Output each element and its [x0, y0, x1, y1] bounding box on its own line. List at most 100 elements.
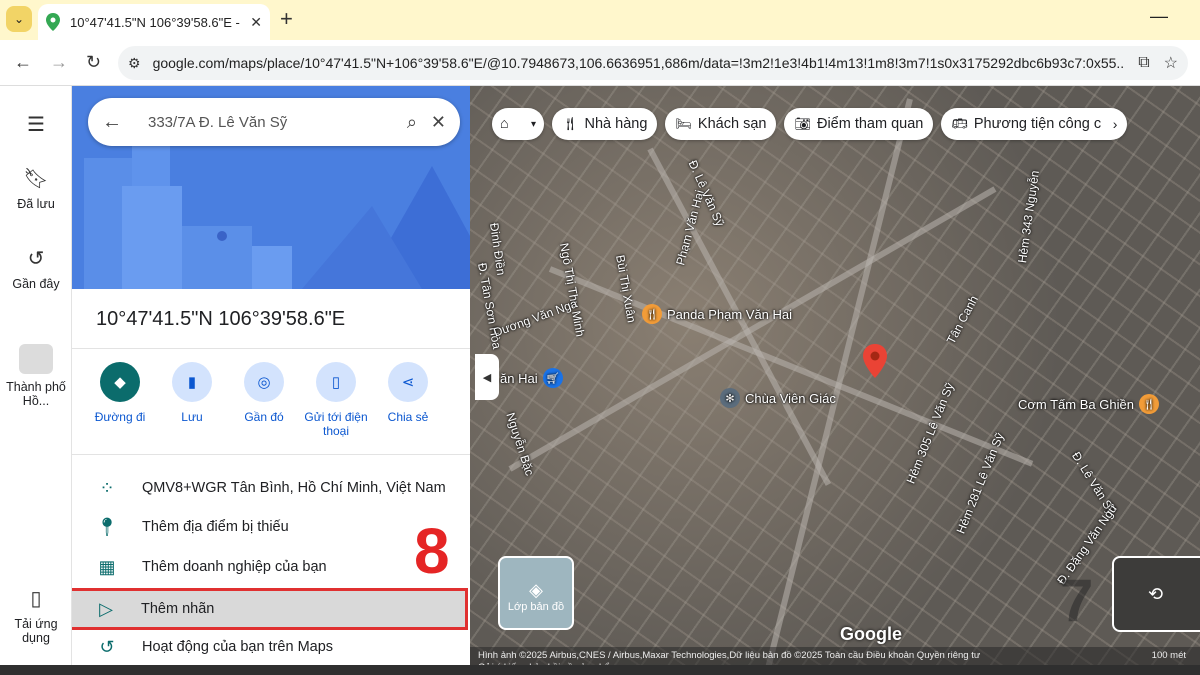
browser-tab-bar: ⌄ 10°47'41.5"N 106°39'58.6"E - G ✕ + — — [0, 0, 1200, 40]
share-button[interactable]: ⋖ Chia sẻ — [372, 362, 444, 438]
place-panel: ← 333/7A Đ. Lê Văn Sỹ ⌕ ✕ 10°47'41.5"N 1… — [72, 86, 470, 675]
tab-search-button[interactable]: ⌄ — [6, 6, 32, 32]
step-annotation-7: 7 — [1060, 567, 1094, 634]
search-icon[interactable]: ⌕ — [407, 112, 417, 133]
chip-attractions[interactable]: 📷︎ Điểm tham quan — [784, 108, 934, 140]
search-input[interactable]: 333/7A Đ. Lê Văn Sỹ — [136, 114, 393, 131]
menu-button[interactable]: ☰ — [0, 112, 72, 143]
chip-label: Phương tiện công c — [973, 116, 1102, 132]
maps-activity-text: Hoạt động của bạn trên Maps — [142, 639, 334, 655]
omnibox[interactable]: ⚙ google.com/maps/place/10°47'41.5"N+106… — [118, 46, 1188, 80]
divider — [72, 454, 470, 455]
forward-icon[interactable]: → — [50, 52, 68, 73]
history-icon: ↺ — [99, 636, 115, 657]
hamburger-icon: ☰ — [27, 114, 45, 136]
collapse-panel-button[interactable]: ◀ — [475, 354, 499, 400]
send-to-phone-button[interactable]: ▯ Gửi tới điện thoại — [300, 362, 372, 438]
recent-place-button[interactable]: Thành phố Hồ... — [0, 344, 72, 408]
nearby-icon: ◎ — [244, 362, 284, 402]
step-annotation-8: 8 — [414, 515, 450, 587]
nearby-label: Gần đó — [244, 410, 284, 424]
tab-title: 10°47'41.5"N 106°39'58.6"E - G — [70, 14, 245, 30]
restaurant-icon: 🍴︎ — [642, 304, 662, 324]
send-to-phone-label: Gửi tới điện thoại — [304, 410, 368, 438]
satellite-map[interactable]: Đ. Tân Sơn Hòa Đinh Điền Ngô Thị Thu Min… — [470, 86, 1200, 675]
directions-button[interactable]: ◆ Đường đi — [84, 362, 156, 438]
chevron-left-icon: ◀ — [482, 371, 492, 384]
plus-code-text: QMV8+WGR Tân Bình, Hồ Chí Minh, Việt Nam — [142, 480, 446, 496]
hero-illustration: ← 333/7A Đ. Lê Văn Sỹ ⌕ ✕ — [72, 86, 470, 289]
action-buttons: ◆ Đường đi ▮ Lưu ◎ Gần đó ▯ Gửi tới điện… — [84, 362, 464, 438]
scale-label: 100 mét — [1151, 650, 1186, 661]
bookmark-icon: 🔖︎ — [23, 168, 49, 190]
browser-tab[interactable]: 10°47'41.5"N 106°39'58.6"E - G ✕ — [38, 4, 270, 40]
site-info-icon[interactable]: ⚙ — [128, 55, 141, 72]
add-label-text: Thêm nhãn — [141, 601, 215, 617]
shopping-icon: 🛒︎ — [542, 368, 563, 388]
saved-button[interactable]: 🔖︎ Đã lưu — [0, 166, 72, 211]
share-label: Chia sẻ — [387, 410, 429, 424]
history-icon: ↺ — [27, 248, 45, 270]
close-tab-icon[interactable]: ✕ — [250, 14, 262, 31]
maps-pin-icon — [46, 13, 60, 31]
attribution-text[interactable]: Hình ảnh ©2025 Airbus,CNES / Airbus,Maxa… — [478, 650, 980, 661]
layers-icon: ⌂ — [500, 116, 509, 132]
directions-icon: ◆ — [100, 362, 140, 402]
minimize-icon[interactable]: — — [1150, 6, 1168, 27]
recent-button[interactable]: ↺ Gần đây — [0, 246, 72, 291]
poi-panda-pham-van-hai[interactable]: 🍴︎ Panda Phạm Văn Hai — [642, 304, 792, 324]
save-label: Lưu — [181, 410, 203, 424]
google-logo: Google — [840, 624, 902, 644]
back-icon[interactable]: ← — [14, 52, 32, 73]
directions-label: Đường đi — [94, 410, 146, 424]
camera-icon: 📷︎ — [794, 116, 811, 131]
location-pin-icon[interactable] — [863, 344, 887, 378]
chip-hotels[interactable]: 🛏︎ Khách sạn — [665, 108, 777, 140]
poi-store[interactable]: 🛒︎ ăn Hai — [500, 368, 563, 388]
install-app-icon[interactable]: ⧉ — [1138, 54, 1149, 72]
divider — [72, 348, 470, 349]
street-view-thumbnail[interactable]: ⟲ — [1112, 556, 1200, 632]
category-chips: ⌂ ▾ 🍴︎ Nhà hàng 🛏︎ Khách sạn 📷︎ Điểm tham qu… — [492, 108, 1135, 140]
layers-button[interactable]: ◈ Lớp bản đồ — [498, 556, 574, 630]
bookmark-star-icon[interactable]: ☆ — [1164, 53, 1178, 73]
poi-label: Panda Phạm Văn Hai — [667, 306, 793, 322]
chip-restaurants[interactable]: 🍴︎ Nhà hàng — [552, 108, 658, 140]
chip-label: Điểm tham quan — [816, 116, 924, 132]
chip-transit[interactable]: 🚌︎ Phương tiện công c › — [941, 108, 1128, 140]
layers-icon: ◈ — [529, 580, 543, 600]
chip-label: Nhà hàng — [584, 116, 648, 132]
rotate-icon: ⟲ — [1148, 584, 1164, 604]
label-icon: ▷ — [99, 598, 113, 619]
add-business-row[interactable]: ▦ Thêm doanh nghiệp của bạn — [72, 548, 470, 586]
add-missing-place-text: Thêm địa điểm bị thiếu — [142, 519, 289, 535]
add-place-icon: 📍︎ — [95, 516, 119, 537]
new-tab-icon[interactable]: + — [280, 6, 293, 32]
reload-icon[interactable]: ↻ — [86, 52, 101, 73]
get-app-label: Tải ứng dụng — [14, 617, 58, 645]
search-box[interactable]: ← 333/7A Đ. Lê Văn Sỹ ⌕ ✕ — [88, 98, 460, 146]
recent-place-label: Thành phố Hồ... — [6, 380, 66, 408]
layers-label: Lớp bản đồ — [507, 601, 565, 613]
map-type-selector[interactable]: ⌂ ▾ — [492, 108, 544, 140]
url-text[interactable]: google.com/maps/place/10°47'41.5"N+106°3… — [153, 55, 1125, 71]
add-business-text: Thêm doanh nghiệp của bạn — [142, 559, 327, 575]
back-arrow-icon[interactable]: ← — [102, 111, 136, 134]
hotel-icon: 🛏︎ — [675, 116, 692, 131]
plus-code-row[interactable]: ⁘ QMV8+WGR Tân Bình, Hồ Chí Minh, Việt N… — [72, 469, 470, 507]
maps-activity-row[interactable]: ↺ Hoạt động của bạn trên Maps — [72, 628, 470, 666]
add-business-icon: ▦ — [98, 556, 116, 577]
transit-icon: 🚌︎ — [951, 116, 968, 131]
nearby-button[interactable]: ◎ Gần đó — [228, 362, 300, 438]
poi-chua-vien-giac[interactable]: ✻ Chùa Viên Giác — [720, 388, 836, 408]
save-button[interactable]: ▮ Lưu — [156, 362, 228, 438]
chevron-right-icon[interactable]: › — [1113, 116, 1118, 132]
poi-label: Cơm Tấm Ba Ghiền — [1018, 396, 1134, 412]
close-icon[interactable]: ✕ — [431, 112, 446, 133]
poi-com-tam-ba-ghien[interactable]: 🍴︎ Cơm Tấm Ba Ghiền — [1018, 394, 1159, 414]
add-missing-place-row[interactable]: 📍︎ Thêm địa điểm bị thiếu — [72, 508, 470, 546]
add-label-row[interactable]: ▷ Thêm nhãn — [72, 588, 468, 630]
phone-icon: ▯ — [30, 588, 42, 610]
get-app-button[interactable]: ▯ Tải ứng dụng — [0, 586, 72, 645]
dropdown-icon: ▾ — [530, 118, 536, 130]
